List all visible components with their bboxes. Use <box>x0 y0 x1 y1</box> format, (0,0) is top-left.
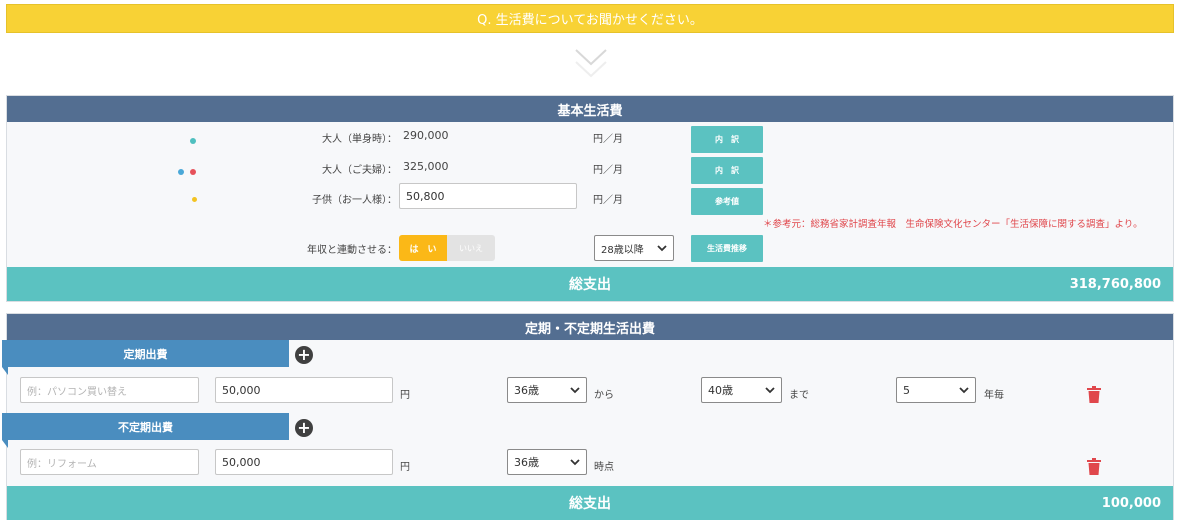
irregular-expense-age-label: 時点 <box>594 462 614 473</box>
single-adult-label: 大人（単身時）： <box>322 134 397 145</box>
couple-unit: 円／月 <box>593 165 623 176</box>
expenses-panel-title-text: 定期・不定期生活出費 <box>524 321 655 337</box>
basic-panel-title-text: 基本生活費 <box>557 103 623 119</box>
regular-expense-from-age-select[interactable]: 36歳 <box>507 377 587 403</box>
living-cost-trend-button[interactable]: 生活費推移 <box>691 235 763 262</box>
irregular-expense-amount-value: 50,000 <box>222 455 261 469</box>
reference-source-note: ＊参考元：総務省家計調査年報 生命保険文化センター「生活保障に関する調査」より。 <box>763 219 1143 230</box>
couple-icon-right <box>190 169 196 175</box>
regular-expense-name-input[interactable]: 例：パソコン買い替え <box>20 377 199 403</box>
regular-expense-to-age-select[interactable]: 40歳 <box>701 377 782 403</box>
couple-breakdown-button[interactable]: 内 訳 <box>691 157 763 184</box>
child-amount-input[interactable]: 50,800 <box>399 183 577 209</box>
tab-regular-fold <box>2 367 8 375</box>
basic-total-bar: 総支出 318,760,800 <box>7 267 1173 301</box>
regular-expense-name-placeholder: 例：パソコン買い替え <box>27 386 127 398</box>
select-chevron-icon <box>765 387 775 394</box>
child-label: 子供（お一人様）： <box>312 195 397 206</box>
question-bar: Q. 生活費についてお聞かせください。 <box>6 4 1174 33</box>
basic-panel-title: 基本生活費 <box>7 96 1173 122</box>
irregular-expense-name-input[interactable]: 例：リフォーム <box>20 449 199 475</box>
regular-expense-amount-value: 50,000 <box>222 383 261 397</box>
income-link-yes-toggle[interactable]: は い <box>399 235 447 261</box>
irregular-expense-age-value: 36歳 <box>514 456 539 469</box>
regular-expense-interval-unit: 年毎 <box>984 390 1004 401</box>
couple-label: 大人（ご夫婦）： <box>322 165 397 176</box>
single-adult-unit: 円／月 <box>593 134 623 145</box>
select-chevron-icon <box>657 245 667 252</box>
add-regular-expense-button[interactable]: + <box>295 346 313 364</box>
child-icon <box>192 197 197 202</box>
expenses-total-label: 総支出 <box>569 496 611 512</box>
basic-living-panel: 基本生活費 大人（単身時）： 290,000 円／月 内 訳 大人（ご夫婦）： … <box>6 95 1174 302</box>
tab-irregular-expenses[interactable]: 不定期出費 <box>2 413 289 440</box>
expenses-total-value: 100,000 <box>1101 495 1161 511</box>
income-link-no-toggle[interactable]: いいえ <box>447 235 495 261</box>
regular-expense-interval-value: 5 <box>903 383 910 397</box>
expenses-panel: 定期・不定期生活出費 定期出費 + 例：パソコン買い替え 50,000 円 36… <box>2 313 1174 520</box>
regular-expense-from-age-value: 36歳 <box>514 384 539 397</box>
select-chevron-icon <box>959 387 969 394</box>
trash-icon[interactable] <box>1087 458 1101 475</box>
regular-expense-from-label: から <box>594 390 614 401</box>
question-text: Q. 生活費についてお聞かせください。 <box>477 13 703 28</box>
child-amount-value: 50,800 <box>406 189 445 203</box>
regular-expense-interval-select[interactable]: 5 <box>896 377 976 403</box>
irregular-expense-name-placeholder: 例：リフォーム <box>27 458 97 470</box>
regular-expense-to-age-value: 40歳 <box>708 384 733 397</box>
select-chevron-icon <box>570 387 580 394</box>
age-threshold-select[interactable]: 28歳以降 <box>594 235 674 261</box>
couple-icon-left <box>178 169 184 175</box>
tab-irregular-fold <box>2 440 8 448</box>
expenses-panel-title: 定期・不定期生活出費 <box>7 314 1173 340</box>
chevron-down-icon <box>575 49 607 78</box>
trash-icon[interactable] <box>1087 386 1101 403</box>
add-irregular-expense-button[interactable]: + <box>295 419 313 437</box>
irregular-expense-amount-input[interactable]: 50,000 <box>215 449 393 475</box>
single-adult-breakdown-button[interactable]: 内 訳 <box>691 126 763 153</box>
plus-icon: + <box>297 418 311 437</box>
basic-total-value: 318,760,800 <box>1069 276 1161 292</box>
plus-icon: + <box>297 345 311 364</box>
regular-expense-to-label: まで <box>789 390 809 401</box>
child-unit: 円／月 <box>593 195 623 206</box>
income-link-label: 年収と連動させる： <box>307 245 397 256</box>
single-adult-icon <box>190 138 196 144</box>
regular-expense-amount-input[interactable]: 50,000 <box>215 377 393 403</box>
irregular-expense-amount-unit: 円 <box>400 462 410 473</box>
tab-regular-expenses[interactable]: 定期出費 <box>2 340 289 367</box>
select-chevron-icon <box>570 459 580 466</box>
irregular-expense-age-select[interactable]: 36歳 <box>507 449 587 475</box>
couple-value: 325,000 <box>403 160 449 173</box>
reference-value-button[interactable]: 参考値 <box>691 188 763 215</box>
basic-total-label: 総支出 <box>569 277 611 293</box>
expenses-total-bar: 総支出 100,000 <box>7 486 1173 520</box>
age-threshold-value: 28歳以降 <box>601 244 644 256</box>
single-adult-value: 290,000 <box>403 129 449 142</box>
regular-expense-amount-unit: 円 <box>400 390 410 401</box>
